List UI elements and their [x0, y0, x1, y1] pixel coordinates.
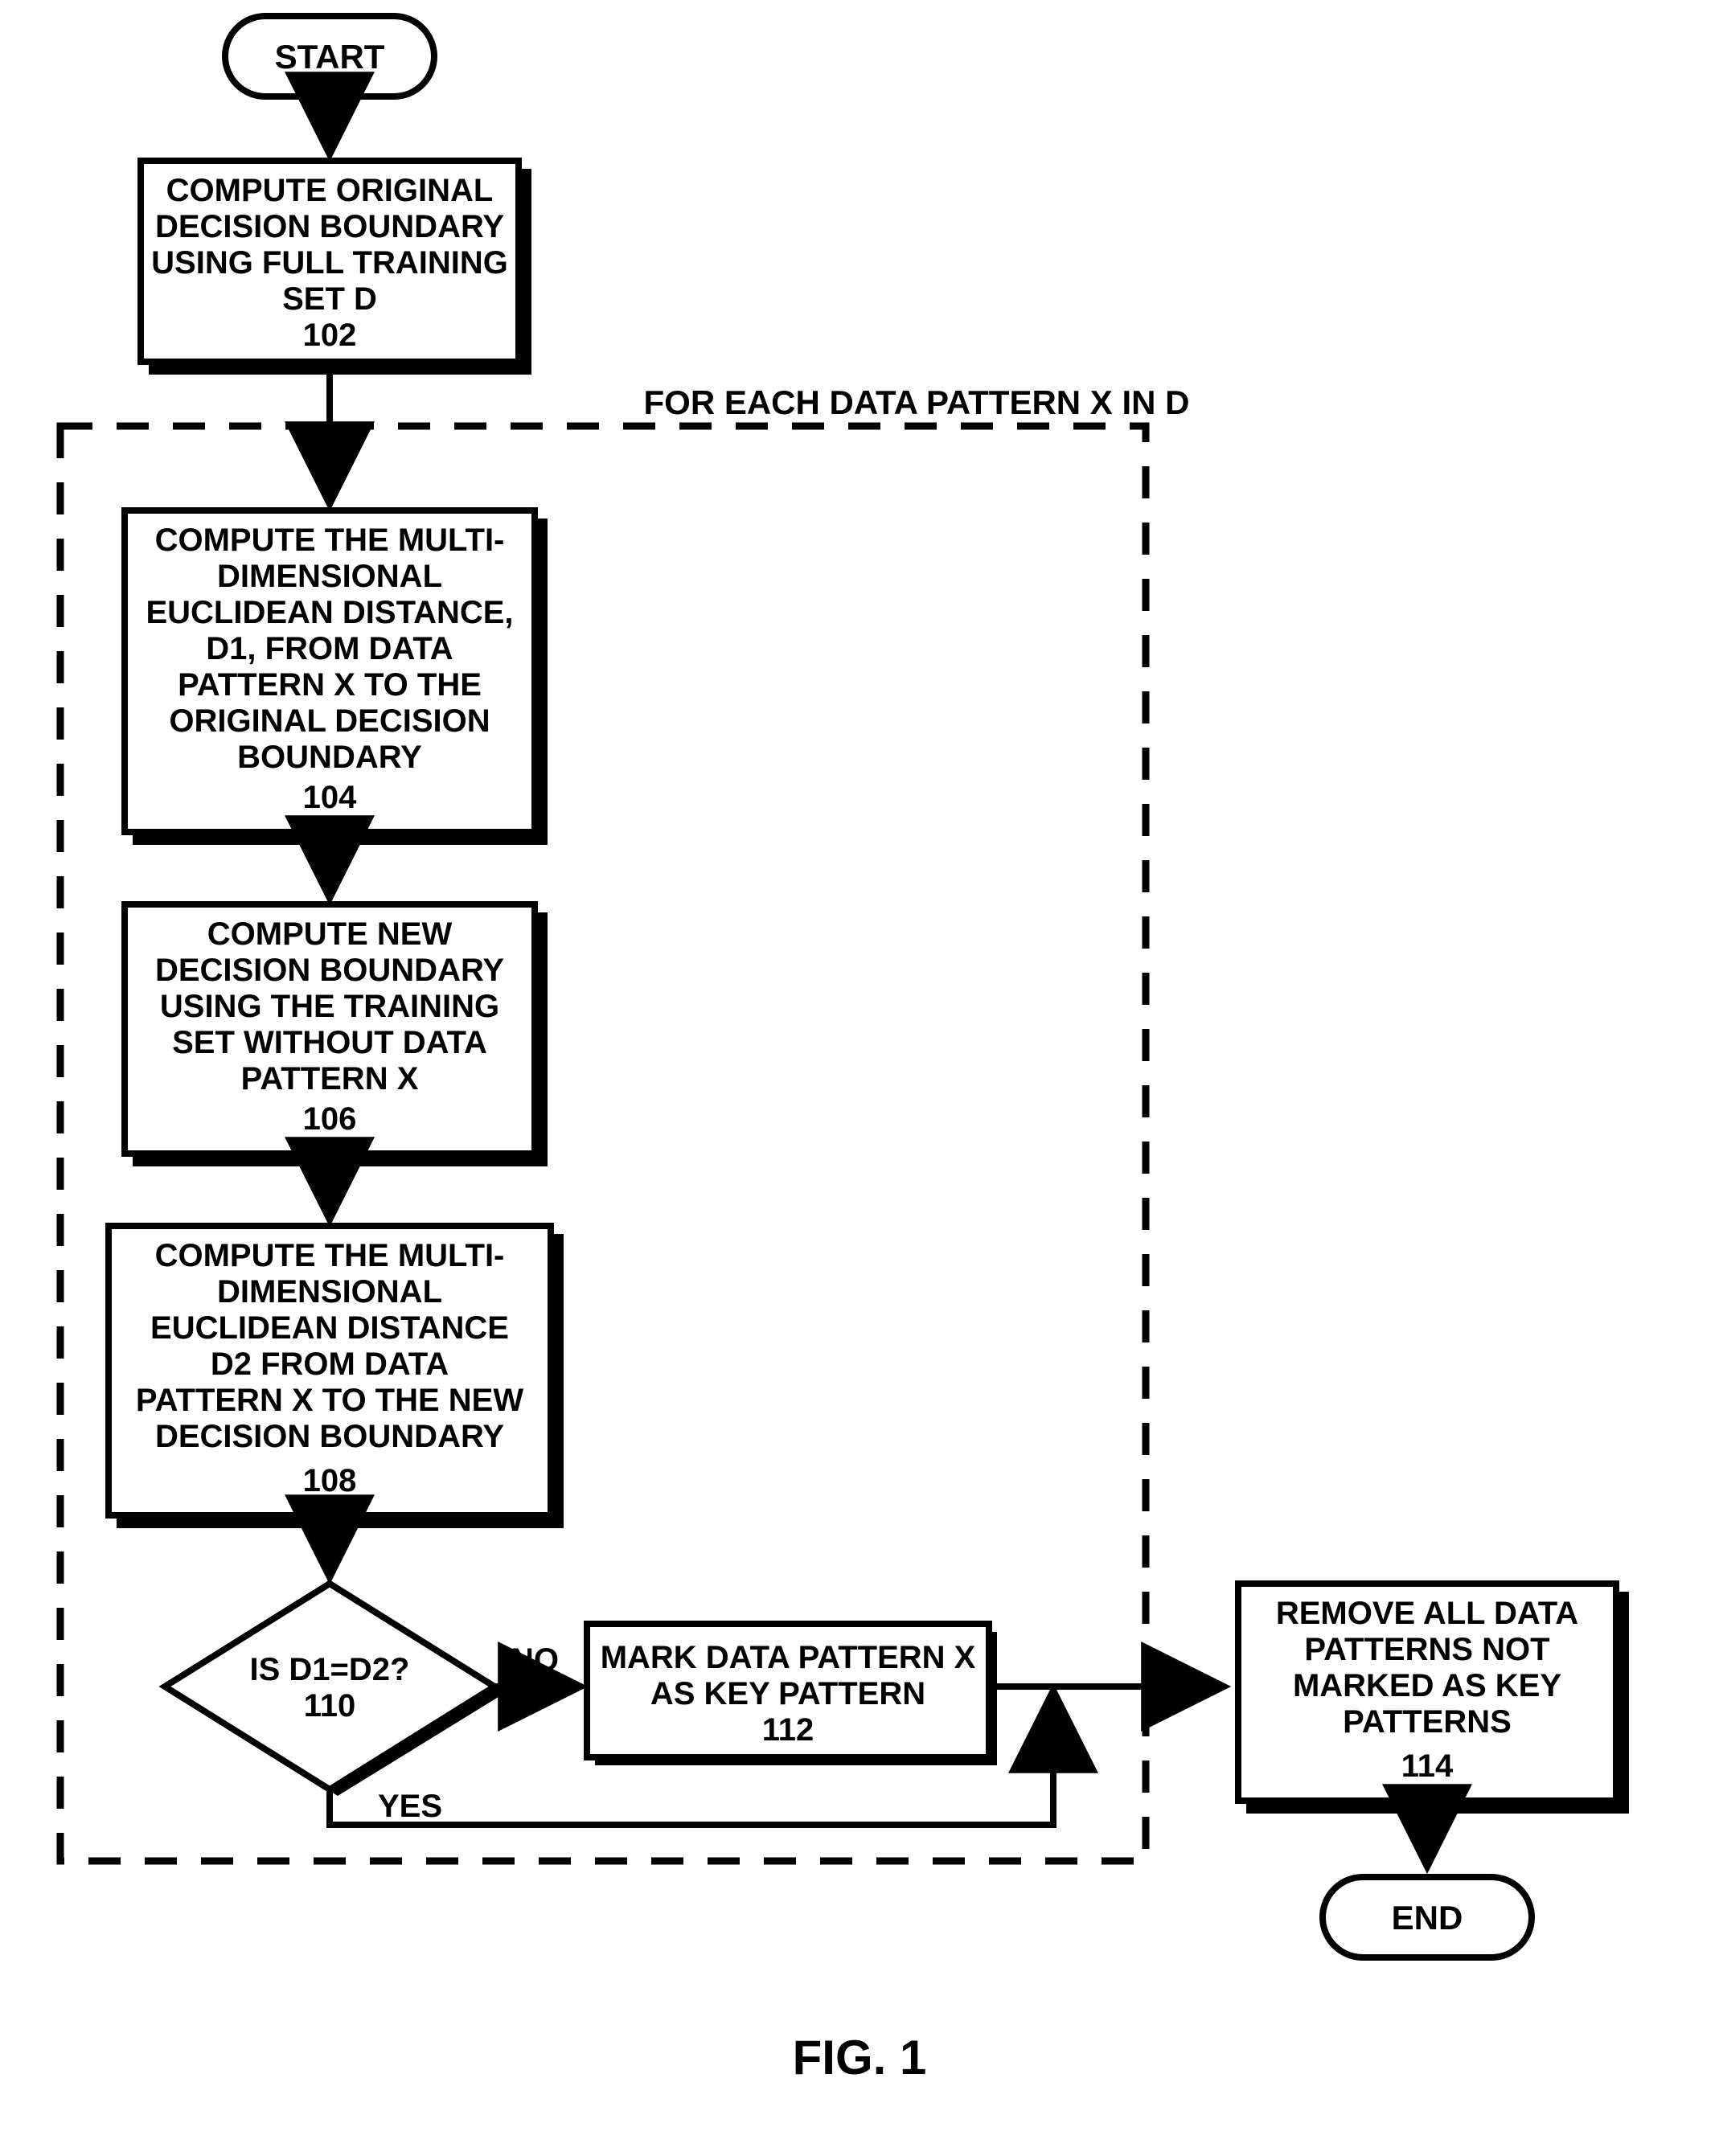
- svg-text:ORIGINAL DECISION: ORIGINAL DECISION: [169, 703, 490, 739]
- svg-text:USING FULL TRAINING: USING FULL TRAINING: [151, 245, 508, 281]
- svg-text:COMPUTE NEW: COMPUTE NEW: [207, 916, 453, 952]
- svg-text:D2 FROM DATA: D2 FROM DATA: [211, 1346, 449, 1382]
- svg-text:PATTERN X TO THE NEW: PATTERN X TO THE NEW: [136, 1383, 523, 1418]
- node-102: COMPUTE ORIGINAL DECISION BOUNDARY USING…: [141, 161, 531, 375]
- node-104: COMPUTE THE MULTI- DIMENSIONAL EUCLIDEAN…: [125, 510, 548, 845]
- svg-text:SET D: SET D: [282, 281, 377, 317]
- svg-text:104: 104: [303, 780, 357, 815]
- svg-text:112: 112: [762, 1712, 814, 1748]
- svg-text:110: 110: [304, 1688, 356, 1724]
- svg-text:114: 114: [1401, 1748, 1454, 1784]
- svg-text:COMPUTE ORIGINAL: COMPUTE ORIGINAL: [166, 173, 494, 208]
- node-112: MARK DATA PATTERN X AS KEY PATTERN 112: [587, 1624, 997, 1765]
- edge-yes-label: YES: [378, 1789, 442, 1824]
- svg-text:IS D1=D2?: IS D1=D2?: [250, 1652, 410, 1687]
- svg-text:DIMENSIONAL: DIMENSIONAL: [217, 1274, 442, 1310]
- svg-text:PATTERNS: PATTERNS: [1343, 1704, 1512, 1740]
- loop-label: FOR EACH DATA PATTERN X IN D: [644, 383, 1190, 421]
- svg-text:PATTERN X: PATTERN X: [241, 1061, 419, 1096]
- svg-text:MARK DATA PATTERN X: MARK DATA PATTERN X: [601, 1640, 976, 1675]
- svg-text:D1, FROM DATA: D1, FROM DATA: [206, 631, 453, 666]
- svg-text:DECISION BOUNDARY: DECISION BOUNDARY: [155, 209, 504, 244]
- start-label: START: [275, 38, 385, 76]
- svg-text:EUCLIDEAN DISTANCE: EUCLIDEAN DISTANCE: [150, 1310, 509, 1346]
- figure-caption: FIG. 1: [793, 2031, 927, 2084]
- edge-no-label: NO: [511, 1642, 559, 1678]
- svg-text:PATTERN X TO THE: PATTERN X TO THE: [178, 667, 482, 703]
- svg-text:COMPUTE THE MULTI-: COMPUTE THE MULTI-: [155, 1238, 505, 1273]
- svg-text:MARKED AS KEY: MARKED AS KEY: [1293, 1668, 1561, 1703]
- svg-text:DECISION BOUNDARY: DECISION BOUNDARY: [155, 1419, 504, 1454]
- svg-text:USING THE TRAINING: USING THE TRAINING: [160, 989, 499, 1024]
- svg-text:PATTERNS NOT: PATTERNS NOT: [1304, 1632, 1549, 1667]
- svg-text:108: 108: [303, 1463, 357, 1498]
- svg-text:REMOVE ALL DATA: REMOVE ALL DATA: [1276, 1596, 1578, 1631]
- svg-text:DECISION BOUNDARY: DECISION BOUNDARY: [155, 953, 504, 988]
- svg-text:BOUNDARY: BOUNDARY: [237, 740, 422, 775]
- svg-text:106: 106: [303, 1101, 357, 1137]
- svg-text:COMPUTE THE MULTI-: COMPUTE THE MULTI-: [155, 523, 505, 558]
- svg-text:DIMENSIONAL: DIMENSIONAL: [217, 559, 442, 594]
- node-start: START: [225, 16, 434, 96]
- svg-text:EUCLIDEAN DISTANCE,: EUCLIDEAN DISTANCE,: [146, 595, 513, 630]
- node-114: REMOVE ALL DATA PATTERNS NOT MARKED AS K…: [1238, 1584, 1629, 1814]
- svg-text:SET WITHOUT DATA: SET WITHOUT DATA: [172, 1025, 487, 1060]
- svg-text:102: 102: [303, 318, 357, 353]
- node-106: COMPUTE NEW DECISION BOUNDARY USING THE …: [125, 904, 548, 1166]
- end-label: END: [1392, 1899, 1463, 1937]
- node-110-decision: IS D1=D2? 110: [165, 1584, 505, 1796]
- node-end: END: [1323, 1877, 1532, 1957]
- node-108: COMPUTE THE MULTI- DIMENSIONAL EUCLIDEAN…: [109, 1226, 564, 1528]
- svg-text:AS KEY PATTERN: AS KEY PATTERN: [650, 1676, 925, 1711]
